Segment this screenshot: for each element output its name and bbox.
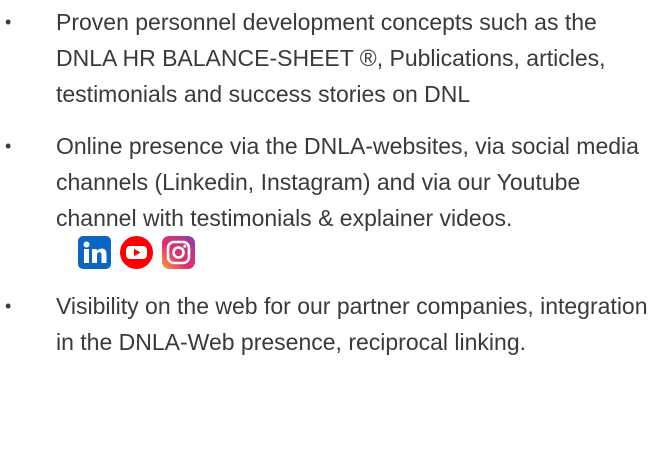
bullet-list: • Proven personnel development concepts …: [0, 4, 657, 376]
bullet-dot: •: [5, 136, 12, 156]
bullet-item-visibility: • Visibility on the web for our partner …: [0, 288, 657, 360]
social-icons: [78, 236, 195, 269]
linkedin-icon[interactable]: [78, 236, 111, 269]
bullet-dot: •: [5, 296, 12, 316]
instagram-icon[interactable]: [162, 236, 195, 269]
youtube-icon[interactable]: [120, 236, 153, 269]
bullet-dot: •: [5, 12, 12, 32]
bullet-text: Proven personnel development concepts su…: [56, 9, 606, 107]
bullet-text: Online presence via the DNLA-websites, v…: [56, 133, 639, 231]
bullet-item-online-presence: • Online presence via the DNLA-websites,…: [0, 128, 657, 272]
bullet-item-concepts: • Proven personnel development concepts …: [0, 4, 657, 112]
bullet-text: Visibility on the web for our partner co…: [56, 293, 648, 355]
